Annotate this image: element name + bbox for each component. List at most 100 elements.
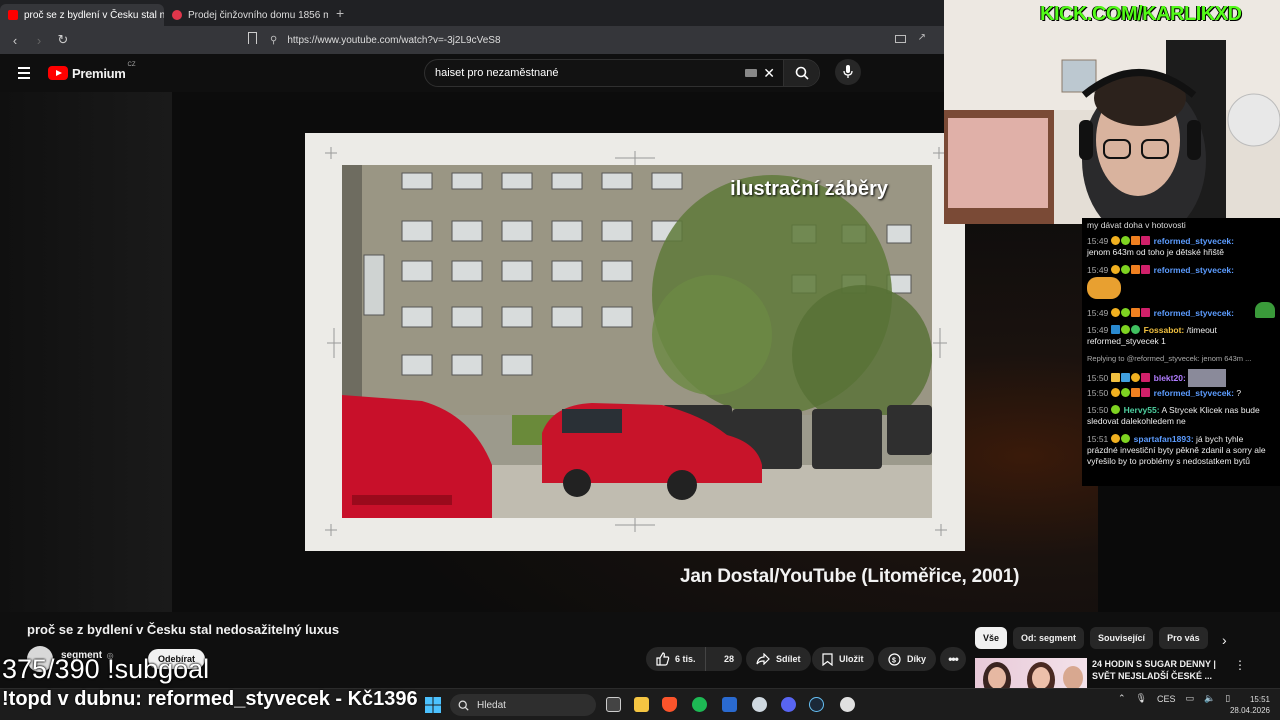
back-icon[interactable]: ‹ [8,33,22,48]
menu-icon[interactable] [18,67,30,79]
share-button[interactable]: Sdílet [746,647,811,671]
chat-time: 15:49 [1087,325,1109,335]
discord-icon[interactable] [781,697,796,712]
chat-user[interactable]: Hervy55: [1124,405,1160,415]
chips-next-icon[interactable]: › [1222,632,1227,648]
chat-overlay-empty [1098,486,1280,612]
footage-credit: Jan Dostal/YouTube (Litoměřice, 2001) [680,566,1020,587]
chip-for-you[interactable]: Pro vás [1159,627,1208,649]
like-count: 6 tis. [675,654,696,664]
webcam-image [944,0,1280,224]
logo-text: Premium [72,65,126,81]
chat-time: 15:49 [1087,308,1109,318]
emote [1188,369,1227,387]
recommended-video-thumbnail[interactable] [975,658,1087,688]
language-indicator[interactable]: CES [1157,694,1176,704]
more-actions-button[interactable]: ••• [940,647,966,671]
reload-icon[interactable]: ↻ [56,32,70,48]
screenshot-icon[interactable] [895,35,906,43]
chip-all[interactable]: Vše [975,627,1008,649]
subgoal-counter: 375/390 !subgoal [2,654,210,684]
media-app-icon[interactable] [722,697,737,712]
thanks-label: Díky [907,654,927,664]
windows-start-icon[interactable] [425,697,441,713]
chat-text: ? [1236,388,1242,398]
chat-time: 15:51 [1087,434,1109,444]
share-label: Sdílet [776,654,801,664]
browser-tab-property[interactable]: Prodej činžovního domu 1856 m², N ✕ [164,4,328,26]
system-tray: ⌃ 🎙 CES ▭ 🔈 ▯ [1118,693,1230,704]
save-icon [822,652,833,666]
rec-more-icon[interactable]: ⋮ [1234,658,1246,672]
brave-icon[interactable] [662,697,677,712]
bookmark-icon[interactable] [248,32,257,44]
youtube-icon [48,66,68,80]
volume-icon[interactable]: 🔈 [1204,693,1215,704]
like-dislike-group: 6 tis. 28 [646,647,742,671]
chat-user[interactable]: reformed_styvecek: [1154,265,1234,275]
svg-text:$: $ [892,657,896,664]
mic-icon [843,65,853,78]
dislike-button[interactable]: 28 [712,654,734,664]
url-text: https://www.youtube.com/watch?v=-3j2L9cV… [287,34,501,46]
stream-chat: my dávat doha v hotovosti 15:49 reformed… [1082,218,1280,486]
chat-user[interactable]: Fossabot: [1144,325,1185,335]
chat-message: 15:50 Hervy55: A Strycek Klicek nas bude… [1087,405,1275,427]
chat-user[interactable]: reformed_styvecek: [1154,236,1234,246]
like-button[interactable]: 6 tis. [646,647,706,671]
chip-related[interactable]: Související [1090,627,1154,649]
voice-search-button[interactable] [835,59,861,85]
address-bar[interactable]: ⚲ https://www.youtube.com/watch?v=-3j2L9… [248,29,930,51]
forward-icon[interactable]: › [32,33,46,48]
dislike-count: 28 [724,654,735,664]
share-page-icon[interactable]: ↗ [918,32,926,43]
chat-time: 15:49 [1087,265,1109,275]
spotify-icon[interactable] [692,697,707,712]
browser-nav-bar: ‹ › ↻ ⚲ https://www.youtube.com/watch?v=… [0,26,944,54]
app-icon[interactable] [840,697,855,712]
ccleaner-icon[interactable] [752,697,767,712]
chat-time: 15:50 [1087,405,1109,415]
clear-search-icon[interactable]: ✕ [763,65,775,82]
save-button[interactable]: Uložit [812,647,874,671]
search-icon [795,66,809,80]
keyboard-icon[interactable] [745,69,757,77]
taskbar-search[interactable]: Hledat [450,694,596,716]
search-icon [458,700,469,711]
video-player[interactable]: ilustrační záběry Jan Dostal/YouTube (Li… [0,92,1098,612]
chat-text: my dávat doha v hotovosti [1087,220,1186,230]
logo-region: CZ [127,61,136,68]
chat-message: 15:49 Fossabot: /timeout reformed_styvec… [1087,325,1275,347]
clock-time: 15:51 [1249,695,1270,704]
chat-user[interactable]: blekt20: [1154,373,1186,383]
thumbnail-image [983,662,1083,688]
search-button[interactable] [783,60,819,86]
new-tab-icon[interactable]: + [336,5,344,21]
chat-user[interactable]: spartafan1893: [1134,434,1194,444]
more-icon: ••• [948,652,959,666]
youtube-logo[interactable]: Premium CZ [48,62,136,81]
taskbar-clock[interactable]: 15:51 28.04.2026 [1226,694,1270,716]
tray-mic-icon[interactable]: 🎙 [1136,693,1147,704]
file-explorer-icon[interactable] [634,697,649,712]
video-title: proč se z bydlení v Česku stal nedosažit… [27,622,340,637]
chat-message: 15:49 reformed_styvecek: jenom 643m od t… [1087,236,1275,258]
browser-tab-youtube[interactable]: proč se z bydlení v Česku stal ne ✕ [0,4,164,26]
chat-reply-header: Replying to @reformed_styvecek: jenom 64… [1087,353,1275,364]
task-view-icon[interactable] [606,697,621,712]
chat-user[interactable]: reformed_styvecek: [1154,388,1234,398]
site-info-icon[interactable]: ⚲ [270,35,277,46]
chip-from-channel[interactable]: Od: segment [1013,627,1085,649]
steam-icon[interactable] [809,697,824,712]
search-input[interactable]: haiset pro nezaměstnané ✕ [424,59,820,87]
thanks-button[interactable]: $ Díky [878,647,937,671]
chat-message: my dávat doha v hotovosti [1087,220,1275,231]
apartment-block-image [342,165,932,518]
chat-user[interactable]: reformed_styvecek: [1154,308,1234,318]
tray-overflow-icon[interactable]: ⌃ [1118,693,1126,704]
chat-message: 15:50 reformed_styvecek: ? [1087,388,1275,399]
recommended-video-title[interactable]: 24 HODIN S SUGAR DENNY | SVĚT NEJSLADŠÍ … [1092,658,1222,682]
emote [1255,302,1275,318]
network-icon[interactable]: ▭ [1186,693,1195,704]
top-donor-banner: !topd v dubnu: reformed_styvecek - Kč139… [2,688,418,710]
